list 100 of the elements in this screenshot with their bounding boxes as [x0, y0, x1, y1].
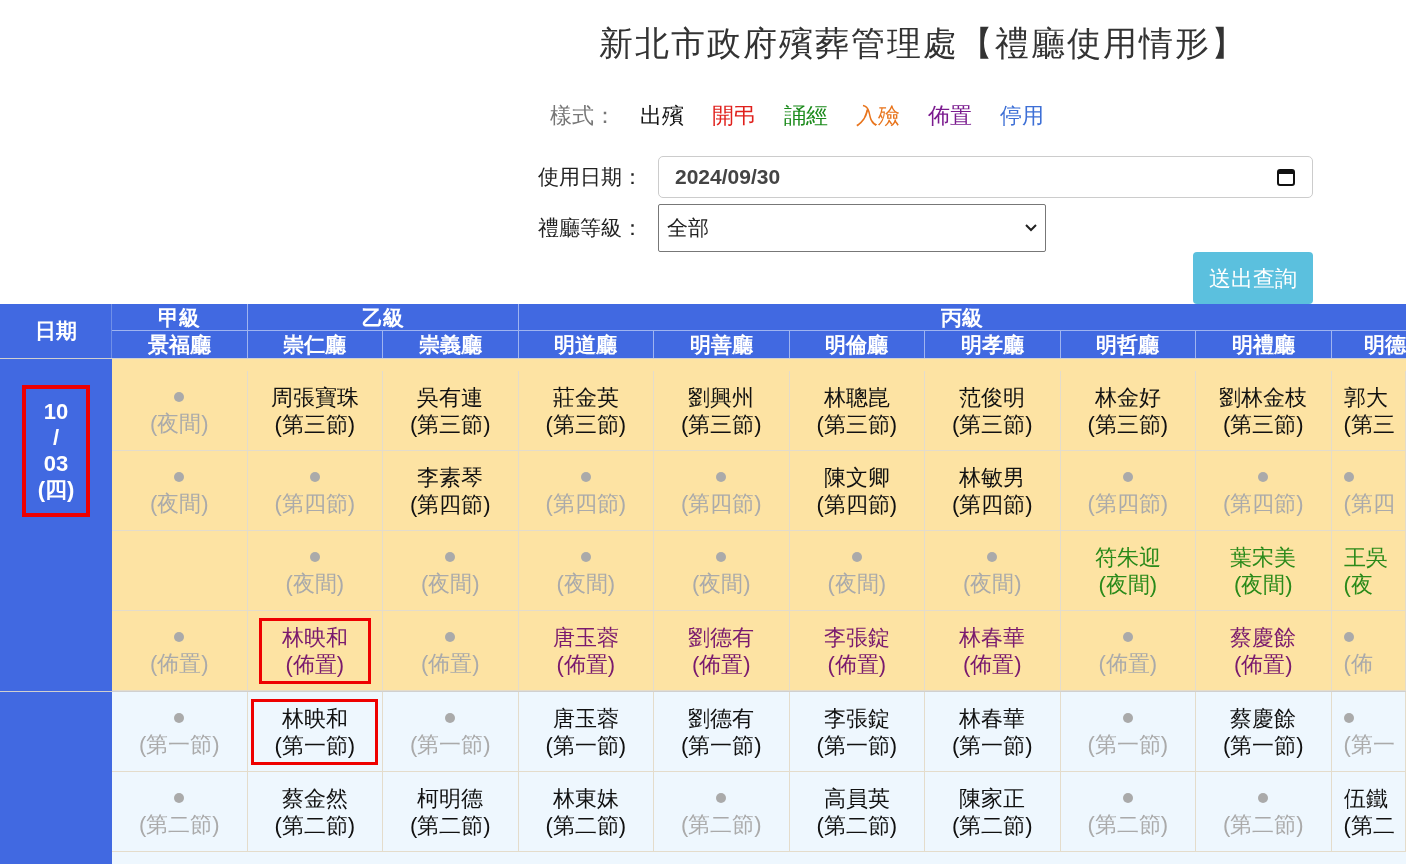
date-field[interactable]: 2024/09/30	[658, 156, 1313, 198]
time-slot: (佈置)	[556, 650, 616, 678]
time-slot: (第三	[1343, 410, 1395, 438]
time-slot: (第一節)	[138, 731, 220, 758]
calendar-icon[interactable]	[1276, 167, 1296, 187]
time-slot: (夜間)	[149, 410, 209, 437]
deceased-name: 周張寶珠	[270, 383, 359, 411]
date-cell: 10 / 03 (四)	[22, 385, 90, 517]
time-slot: (第三節)	[1087, 410, 1169, 438]
page-title: 新北市政府殯葬管理處【禮廳使用情形】	[599, 23, 1247, 64]
deceased-name: 林金好	[1094, 383, 1161, 411]
time-slot: (佈	[1343, 650, 1373, 677]
time-slot: (第四節)	[545, 490, 627, 517]
time-slot: (第四節)	[274, 490, 356, 517]
time-slot: (第四節)	[680, 490, 762, 517]
hall-header: 崇仁廳	[247, 331, 383, 358]
time-slot: (第二節)	[138, 811, 220, 838]
deceased-name: 高員英	[823, 784, 890, 812]
deceased-name: 林敏男	[959, 463, 1026, 491]
deceased-name: 蔡金然	[281, 784, 348, 812]
time-slot: (第二節)	[680, 811, 762, 838]
deceased-name: 郭大	[1343, 383, 1388, 411]
time-slot: (第三節)	[545, 410, 627, 438]
time-slot: (第三節)	[680, 410, 762, 438]
time-slot: (第二節)	[409, 811, 491, 839]
time-slot: (夜	[1343, 570, 1373, 598]
time-slot: (佈置)	[962, 650, 1022, 678]
deceased-name: 林春華	[959, 704, 1026, 732]
legend-item: 出殯	[640, 102, 684, 130]
deceased-name: 符朱迎	[1094, 543, 1161, 571]
deceased-name: 劉林金枝	[1219, 383, 1308, 411]
time-slot: (第一節)	[680, 731, 762, 759]
time-slot: (夜間)	[1098, 570, 1158, 598]
grade-header: 甲級	[112, 304, 248, 331]
deceased-name: 劉德有	[688, 623, 755, 651]
hall-header: 崇義廳	[383, 331, 519, 358]
grade-header: 乙級	[247, 304, 519, 331]
hall-header: 明善廳	[654, 331, 790, 358]
deceased-name: 李張錠	[823, 704, 890, 732]
time-slot: (夜間)	[827, 570, 887, 597]
time-slot: (第一節)	[951, 731, 1033, 759]
deceased-name: 林映和	[281, 704, 348, 732]
deceased-name: 林映和	[281, 623, 348, 651]
time-slot: (夜間)	[556, 570, 616, 597]
time-slot: (夜間)	[1233, 570, 1293, 598]
deceased-name: 范俊明	[959, 383, 1026, 411]
time-slot: (第一節)	[816, 731, 898, 759]
deceased-name: 伍鐵	[1343, 784, 1388, 812]
time-slot: (第四節)	[816, 490, 898, 518]
time-slot: (第三節)	[274, 410, 356, 438]
time-slot: (佈置)	[1233, 650, 1293, 678]
deceased-name: 蔡慶餘	[1230, 704, 1297, 732]
time-slot: (第二節)	[545, 811, 627, 839]
deceased-name: 莊金英	[552, 383, 619, 411]
time-slot: (第一節)	[409, 731, 491, 758]
time-slot: (佈置)	[420, 650, 480, 677]
time-slot: (夜間)	[691, 570, 751, 597]
time-slot: (第二節)	[951, 811, 1033, 839]
deceased-name: 劉興州	[688, 383, 755, 411]
time-slot: (第一節)	[274, 731, 356, 759]
legend-label: 樣式：	[550, 102, 616, 130]
time-slot: (夜間)	[420, 570, 480, 597]
hall-header: 明哲廳	[1060, 331, 1196, 358]
hall-header: 明德	[1331, 331, 1406, 358]
time-slot: (第三節)	[951, 410, 1033, 438]
deceased-name: 林聰崑	[823, 383, 890, 411]
time-slot: (佈置)	[691, 650, 751, 678]
time-slot: (第一節)	[1222, 731, 1304, 759]
time-slot: (第二節)	[1087, 811, 1169, 838]
time-slot: (第四節)	[1222, 490, 1304, 517]
time-slot: (佈置)	[1098, 650, 1158, 677]
time-slot: (第二節)	[274, 811, 356, 839]
deceased-name: 陳家正	[959, 784, 1026, 812]
time-slot: (第二節)	[1222, 811, 1304, 838]
legend-item: 停用	[1000, 102, 1044, 130]
chevron-icon	[1025, 224, 1037, 232]
time-slot: (第三節)	[816, 410, 898, 438]
time-slot: (夜間)	[962, 570, 1022, 597]
date-label: 使用日期：	[538, 164, 644, 191]
time-slot: (第一節)	[545, 731, 627, 759]
time-slot: (佈置)	[827, 650, 887, 678]
hall-header: 明禮廳	[1196, 331, 1332, 358]
time-slot: (第四節)	[409, 490, 491, 518]
hall-header: 明孝廳	[925, 331, 1061, 358]
time-slot: (佈置)	[149, 650, 209, 677]
time-slot: (第三節)	[409, 410, 491, 438]
deceased-name: 林東妹	[552, 784, 619, 812]
deceased-name: 柯明德	[417, 784, 484, 812]
hall-header: 明道廳	[518, 331, 654, 358]
date-header: 日期	[0, 304, 112, 358]
deceased-name: 吳有連	[417, 383, 484, 411]
deceased-name: 葉宋美	[1230, 543, 1297, 571]
time-slot: (第四節)	[1087, 490, 1169, 517]
deceased-name: 李素琴	[417, 463, 484, 491]
time-slot: (第一節)	[1087, 731, 1169, 758]
level-select[interactable]: 全部	[658, 204, 1046, 252]
legend-item: 入殮	[856, 102, 900, 130]
time-slot: (第二	[1343, 811, 1395, 839]
deceased-name: 王吳	[1343, 543, 1388, 571]
time-slot: (第四節)	[951, 490, 1033, 518]
